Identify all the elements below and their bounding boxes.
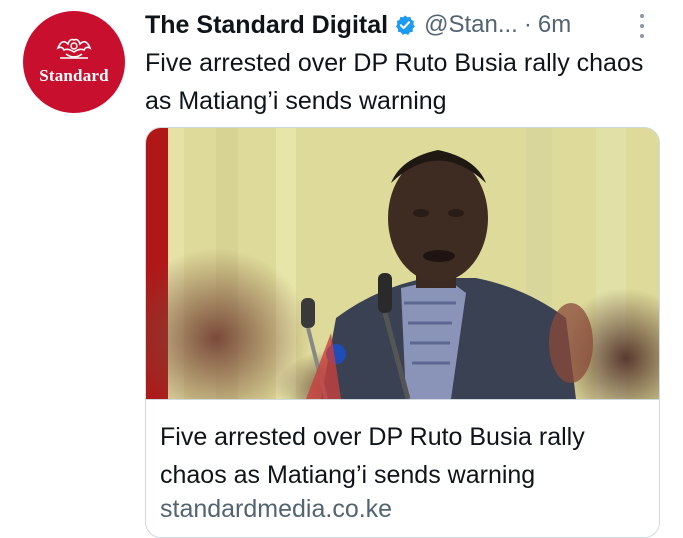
card-title[interactable]: Five arrested over DP Ruto Busia rally c… <box>160 418 640 494</box>
avatar[interactable]: Standard <box>23 11 125 113</box>
more-options-icon[interactable] <box>639 14 645 38</box>
avatar-brand-text: Standard <box>39 66 109 85</box>
tweet-timestamp[interactable]: 6m <box>538 11 571 39</box>
card-caption[interactable]: Five arrested over DP Ruto Busia rally c… <box>146 399 659 537</box>
card-domain[interactable]: standardmedia.co.ke <box>160 495 392 524</box>
card-image[interactable] <box>146 128 659 399</box>
tweet-text: Five arrested over DP Ruto Busia rally c… <box>145 49 644 115</box>
crest-logo-icon <box>56 38 92 59</box>
separator-dot: · <box>523 11 532 38</box>
verified-badge-icon <box>396 15 415 35</box>
news-photo-illustration <box>146 128 659 399</box>
account-name[interactable]: The Standard Digital <box>145 11 388 40</box>
link-card[interactable]: Five arrested over DP Ruto Busia rally c… <box>145 127 660 538</box>
tweet-header: The Standard Digital @Stan... · 6m <box>145 8 663 42</box>
account-handle[interactable]: @Stan... <box>424 11 518 39</box>
